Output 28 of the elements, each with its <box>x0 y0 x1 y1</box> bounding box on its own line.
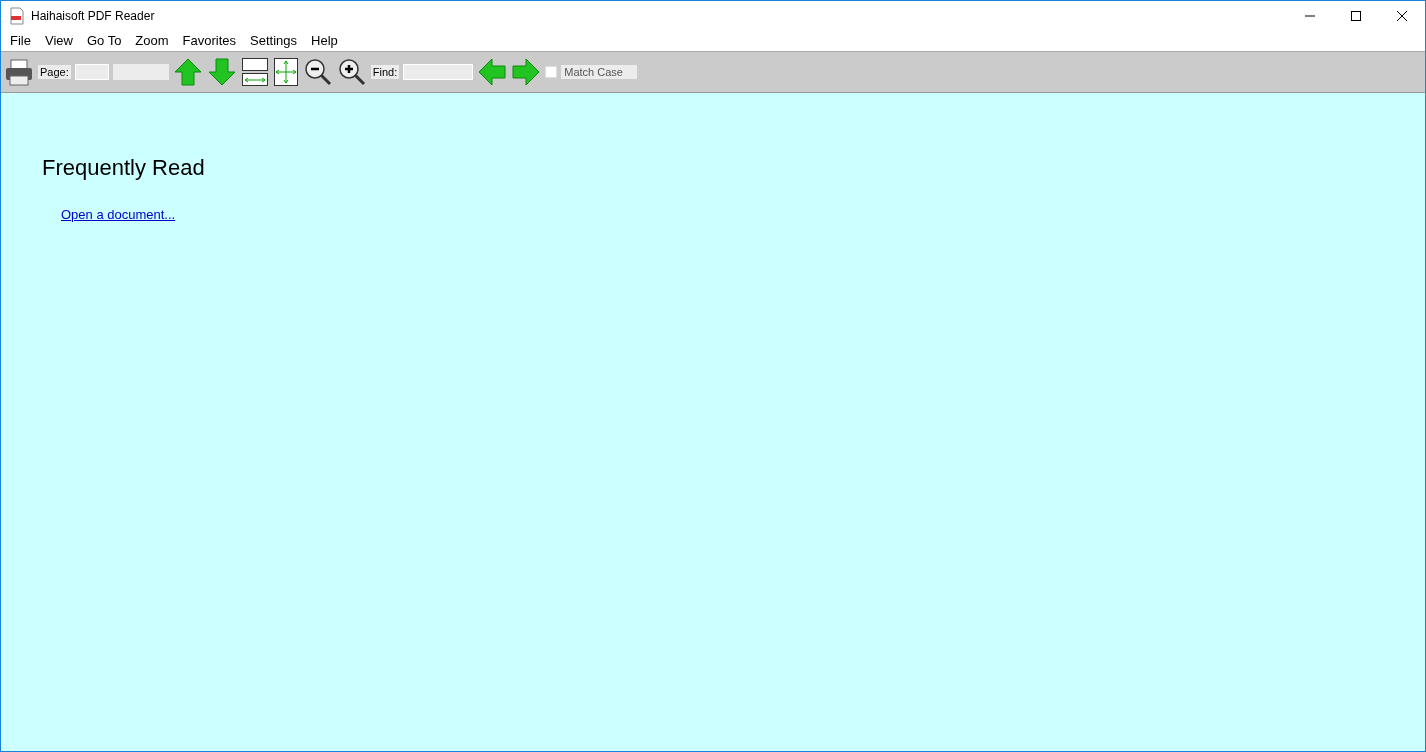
menu-item[interactable]: Help <box>304 33 345 48</box>
menu-item[interactable]: Settings <box>243 33 305 48</box>
maximize-icon[interactable] <box>1351 10 1361 21</box>
fit-page-icon[interactable] <box>272 57 299 87</box>
menu-item[interactable]: Zoom <box>128 33 176 48</box>
match-case-label: Match Case <box>561 65 638 79</box>
match-case-checkbox[interactable] <box>545 66 558 78</box>
menu-item[interactable]: Go To <box>79 33 129 48</box>
fit-width-icon[interactable] <box>240 57 269 87</box>
arrow-left-icon[interactable] <box>477 57 508 87</box>
document-icon <box>10 6 24 25</box>
arrow-right-icon[interactable] <box>511 57 542 87</box>
arrow-up-icon[interactable] <box>172 57 203 87</box>
page-count-field <box>112 64 169 80</box>
printer-icon[interactable] <box>4 57 34 87</box>
menu-item[interactable]: File <box>3 33 38 48</box>
zoom-in-icon[interactable] <box>336 57 367 87</box>
find-input[interactable] <box>403 64 474 80</box>
find-label: Find: <box>370 65 400 79</box>
section-heading: Frequently Read <box>42 155 206 181</box>
close-icon[interactable] <box>1397 10 1407 21</box>
zoom-out-icon[interactable] <box>302 57 333 87</box>
page-input[interactable] <box>74 64 109 80</box>
page-label: Page: <box>38 65 71 79</box>
menu-item[interactable]: View <box>37 33 80 48</box>
open-document-link[interactable]: Open a document... <box>61 207 176 222</box>
menu-item[interactable]: Favorites <box>175 33 244 48</box>
window-title: Haihaisoft PDF Reader <box>31 8 156 23</box>
